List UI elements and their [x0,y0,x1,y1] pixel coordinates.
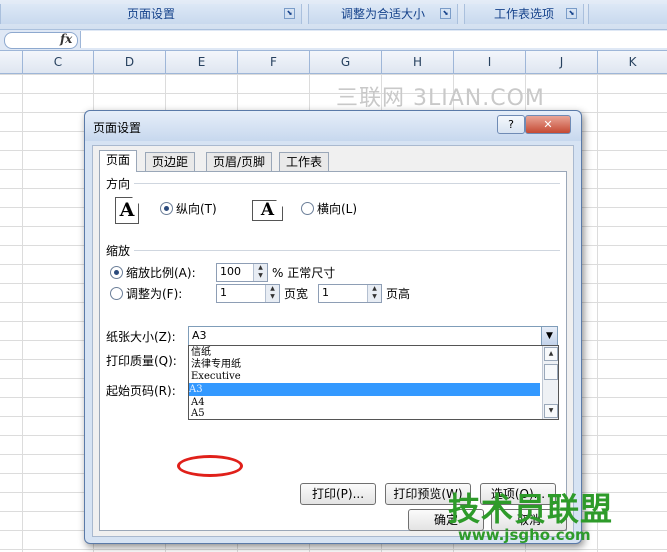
print-button[interactable]: 打印(P)... [300,483,376,505]
scale-to-fit-launcher-icon[interactable]: ⬊ [440,8,451,19]
scale-percent-radio[interactable] [110,266,123,279]
landscape-radio[interactable] [301,202,314,215]
portrait-label[interactable]: 纵向(T) [176,200,217,217]
scroll-up-icon[interactable]: ▲ [544,347,558,361]
spin-arrows-icon[interactable]: ▲ ▼ [367,285,381,302]
fit-pages-wide-value: 1 [220,286,227,299]
chevron-down-icon[interactable]: ▼ [541,327,557,345]
close-button[interactable]: ✕ [525,115,571,134]
formula-bar: fx [0,30,667,51]
ribbon-group-scale-to-fit-label: 调整为合适大小 [340,7,425,21]
dialog-content: 页面 页边距 页眉/页脚 工作表 方向 A 纵向(T) A 横向(L) 缩放 缩… [92,145,574,537]
ribbon-group-sheet-options: 工作表选项 ⬊ [464,4,584,24]
tab-header-footer[interactable]: 页眉/页脚 [206,152,273,172]
grid-line [597,74,598,552]
column-header-g[interactable]: G [310,51,382,74]
ribbon-group-blank [588,4,667,24]
column-header-c[interactable]: C [23,51,94,74]
paper-size-select[interactable]: A3 ▼ [188,326,558,346]
scale-percent-value: 100 [220,265,241,278]
page-setup-dialog: 页面设置 ? ✕ 页面 页边距 页眉/页脚 工作表 方向 A 纵向(T) A 横… [84,110,582,544]
list-item[interactable]: 法律专用纸 [191,359,241,370]
fit-to-radio[interactable] [110,287,123,300]
column-header-j[interactable]: J [526,51,598,74]
spin-arrows-icon[interactable]: ▲ ▼ [265,285,279,302]
paper-size-label: 纸张大小(Z): [106,330,176,344]
dialog-titlebar[interactable]: 页面设置 ? ✕ [85,111,581,141]
ribbon-group-page-setup: 页面设置 ⬊ [0,4,302,24]
tab-margins[interactable]: 页边距 [145,152,196,172]
divider [134,250,560,251]
fit-pages-tall-value: 1 [322,286,329,299]
column-header-e[interactable]: E [166,51,238,74]
brand-logo-text: 技术员联盟 [448,490,614,528]
column-header-corner[interactable] [0,51,23,74]
brand-url: www.jsgho.com [458,526,591,544]
paper-size-dropdown-list[interactable]: 信纸 法律专用纸 Executive A3 A4 A5 ▲ ▼ [188,345,559,420]
list-item[interactable]: A4 [191,397,205,408]
list-item[interactable]: Executive [191,371,241,382]
column-header-f[interactable]: F [238,51,310,74]
paper-size-value: A3 [192,329,207,342]
dialog-title: 页面设置 [93,121,142,135]
divider [134,183,560,184]
landscape-orientation-icon: A [252,200,283,221]
scale-percent-stepper[interactable]: 100 ▲ ▼ [216,263,268,282]
highlight-ellipse [177,455,243,477]
ribbon-group-page-setup-label: 页面设置 [126,7,175,21]
pages-tall-label: 页高 [386,287,411,301]
scale-percent-label[interactable]: 缩放比例(A): [126,264,196,281]
scaling-section-label: 缩放 [106,244,131,258]
portrait-orientation-icon: A [115,197,139,224]
column-header-d[interactable]: D [94,51,166,74]
grid-line [22,74,23,552]
tab-panel-page: 方向 A 纵向(T) A 横向(L) 缩放 缩放比例(A): 100 ▲ ▼ % … [99,171,567,531]
pages-wide-label: 页宽 [284,287,309,301]
watermark-text: 三联网 3LIAN.COM [336,86,545,111]
column-header-h[interactable]: H [382,51,454,74]
scroll-thumb[interactable] [544,364,558,380]
ribbon-bar: 页面设置 ⬊ 调整为合适大小 ⬊ 工作表选项 ⬊ [0,0,667,30]
orientation-section-label: 方向 [106,177,131,191]
formula-input[interactable] [80,31,667,48]
page-setup-launcher-icon[interactable]: ⬊ [284,8,295,19]
fit-to-label[interactable]: 调整为(F): [126,285,182,302]
list-item[interactable]: A5 [191,408,205,419]
list-item[interactable]: 信纸 [191,347,211,358]
scroll-down-icon[interactable]: ▼ [544,404,558,418]
list-item-selected[interactable]: A3 [189,383,540,396]
column-header-k[interactable]: K [598,51,667,74]
help-button[interactable]: ? [497,115,525,134]
scale-percent-suffix: % 正常尺寸 [272,266,336,280]
column-header-i[interactable]: I [454,51,526,74]
tab-page[interactable]: 页面 [99,150,138,172]
ribbon-group-sheet-options-label: 工作表选项 [493,7,554,21]
fit-pages-wide-stepper[interactable]: 1 ▲ ▼ [216,284,280,303]
sheet-options-launcher-icon[interactable]: ⬊ [566,8,577,19]
print-quality-label: 打印质量(Q): [106,354,177,368]
fit-pages-tall-stepper[interactable]: 1 ▲ ▼ [318,284,382,303]
insert-function-icon[interactable]: fx [60,32,72,46]
ribbon-group-scale-to-fit: 调整为合适大小 ⬊ [308,4,458,24]
landscape-label[interactable]: 横向(L) [317,200,357,217]
portrait-radio[interactable] [160,202,173,215]
tab-sheet[interactable]: 工作表 [279,152,330,172]
first-page-number-label: 起始页码(R): [106,384,176,398]
spin-arrows-icon[interactable]: ▲ ▼ [253,264,267,281]
list-scrollbar[interactable]: ▲ ▼ [542,346,558,419]
